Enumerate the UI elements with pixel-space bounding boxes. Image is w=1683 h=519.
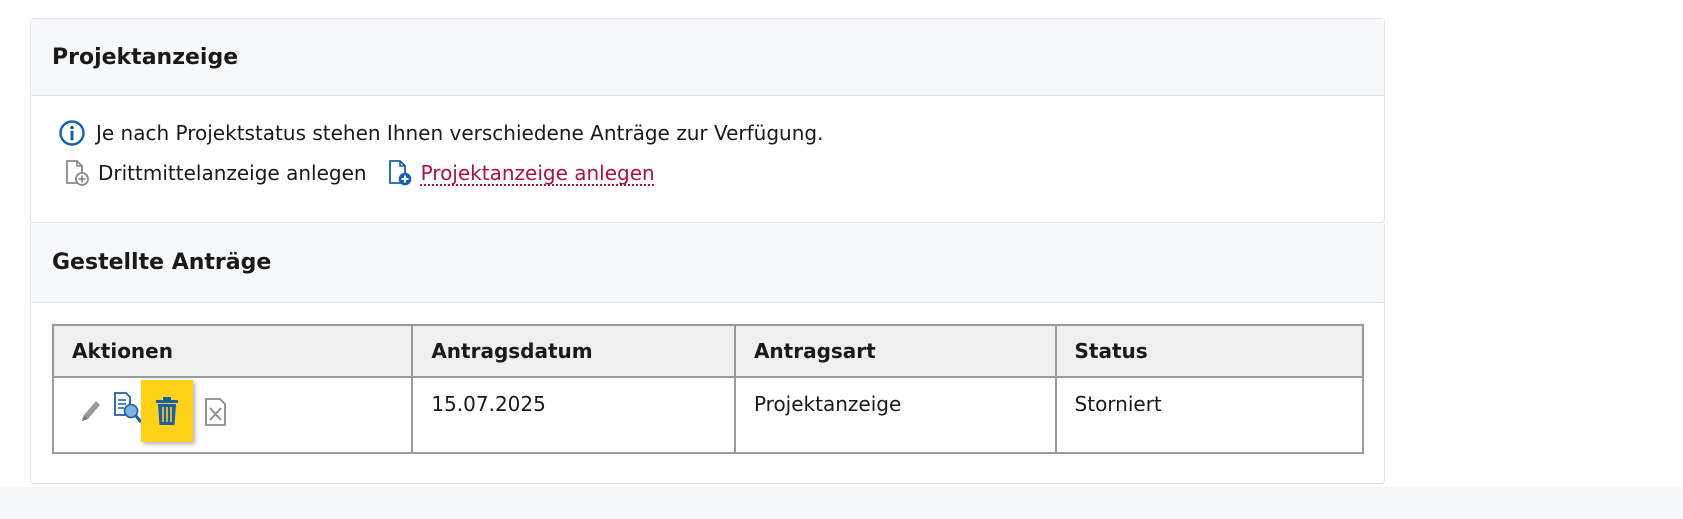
delete-button[interactable] xyxy=(141,380,193,442)
project-card-title: Projektanzeige xyxy=(31,19,1384,96)
column-header-date: Antragsdatum xyxy=(411,324,736,378)
table-header-row: Aktionen Antragsdatum Antragsart Status xyxy=(51,324,1365,378)
info-icon xyxy=(59,120,85,146)
create-projektanzeige-label[interactable]: Projektanzeige anlegen xyxy=(421,161,655,185)
page-footer-strip xyxy=(0,487,1683,519)
project-card: Projektanzeige Je nach Projektstatus ste… xyxy=(30,18,1385,223)
requests-card: Gestellte Anträge Aktionen Antragsdatum … xyxy=(30,223,1385,484)
column-header-type: Antragsart xyxy=(733,324,1057,378)
column-header-actions: Aktionen xyxy=(51,324,414,378)
document-add-icon xyxy=(388,160,411,186)
document-add-icon xyxy=(66,160,89,186)
create-drittmittelanzeige-label: Drittmittelanzeige anlegen xyxy=(98,161,367,185)
row-actions-cell xyxy=(51,376,414,454)
requests-table: Aktionen Antragsdatum Antragsart Status xyxy=(51,324,1365,454)
row-status: Storniert xyxy=(1054,376,1365,454)
edit-icon xyxy=(82,401,100,421)
delete-icon xyxy=(156,397,178,425)
view-document-icon xyxy=(114,392,143,423)
create-drittmittelanzeige: Drittmittelanzeige anlegen xyxy=(64,159,367,187)
create-actions: Drittmittelanzeige anlegen Projektanzeig… xyxy=(64,159,655,187)
requests-card-title: Gestellte Anträge xyxy=(31,223,1384,303)
column-header-status: Status xyxy=(1054,324,1365,378)
info-text: Je nach Projektstatus stehen Ihnen versc… xyxy=(96,121,824,145)
row-type: Projektanzeige xyxy=(733,376,1057,454)
view-button[interactable] xyxy=(111,390,145,426)
cancel-icon xyxy=(205,398,226,426)
create-projektanzeige-link[interactable]: Projektanzeige anlegen xyxy=(387,159,655,187)
table-row: 15.07.2025 Projektanzeige Storniert xyxy=(51,376,1365,454)
info-message: Je nach Projektstatus stehen Ihnen versc… xyxy=(58,119,823,147)
row-date: 15.07.2025 xyxy=(411,376,736,454)
cancel-button[interactable] xyxy=(201,395,231,429)
edit-button[interactable] xyxy=(76,395,106,429)
